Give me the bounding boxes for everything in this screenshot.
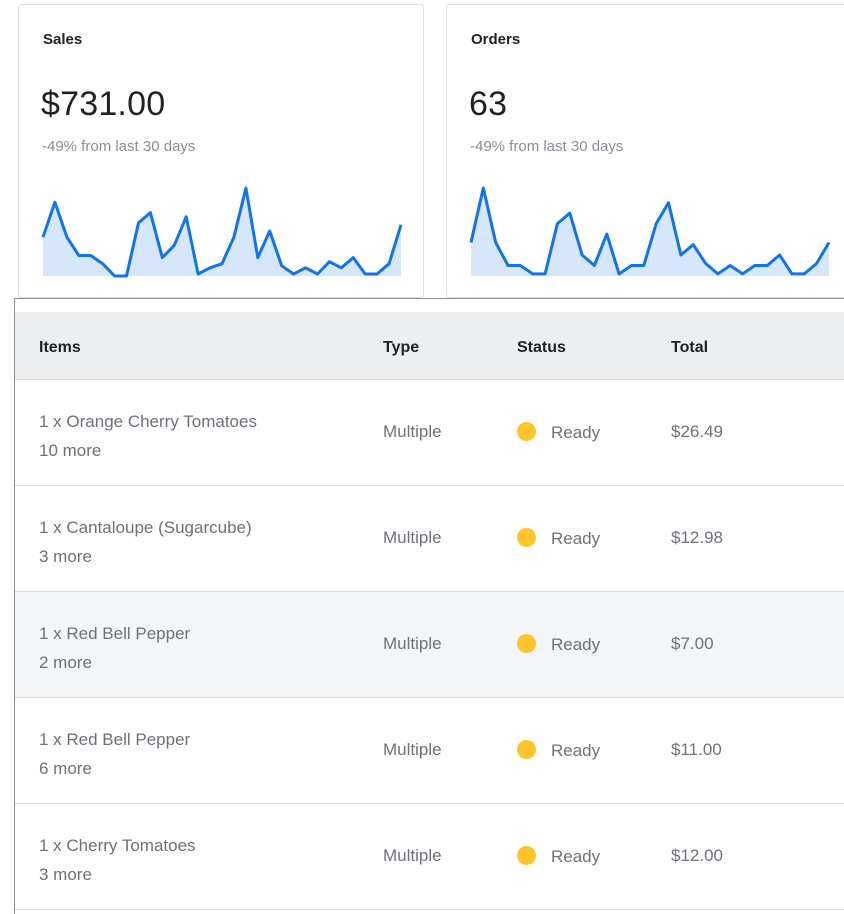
total-cell: $26.49 (671, 422, 723, 441)
orders-sparkline (469, 186, 831, 276)
item-more: 3 more (39, 865, 92, 884)
total-cell: $7.00 (671, 634, 714, 653)
item-cell: 1 x Red Bell Pepper 6 more (39, 725, 190, 783)
status-label: Ready (551, 635, 601, 654)
status-cell: Ready (517, 634, 600, 655)
table-row[interactable]: 1 x Cherry Tomatoes 3 more Multiple Read… (15, 804, 844, 910)
total-cell: $12.00 (671, 846, 723, 865)
status-label: Ready (551, 423, 601, 442)
dashboard: Sales $731.00 -49% from last 30 days Ord… (0, 0, 844, 914)
type-cell: Multiple (383, 846, 442, 865)
sales-card[interactable]: Sales $731.00 -49% from last 30 days (18, 4, 424, 298)
status-cell: Ready (517, 528, 600, 549)
item-name: 1 x Red Bell Pepper (39, 730, 191, 749)
item-name: 1 x Cherry Tomatoes (39, 836, 196, 855)
item-name: 1 x Red Bell Pepper (39, 624, 191, 643)
sparkline-fill (471, 188, 829, 276)
table-row[interactable]: 1 x Red Bell Pepper 2 more Multiple Read… (15, 592, 844, 698)
type-cell: Multiple (383, 528, 442, 547)
status-cell: Ready (517, 846, 600, 867)
item-more: 6 more (39, 759, 92, 778)
table-header: Items Type Status Total (15, 312, 844, 380)
status-label: Ready (551, 847, 601, 866)
orders-card[interactable]: Orders 63 -49% from last 30 days (446, 4, 844, 298)
sparkline-area (41, 186, 403, 278)
table-row[interactable]: 1 x Cantaloupe (Sugarcube) 3 more Multip… (15, 486, 844, 592)
header-type[interactable]: Type (383, 339, 419, 357)
total-cell: $12.98 (671, 528, 723, 547)
item-cell: 1 x Cantaloupe (Sugarcube) 3 more (39, 513, 252, 571)
status-dot-icon (517, 846, 536, 865)
status-label: Ready (551, 529, 601, 548)
type-cell: Multiple (383, 740, 442, 759)
item-cell: 1 x Orange Cherry Tomatoes 10 more (39, 407, 257, 465)
orders-table: Items Type Status Total 1 x Orange Cherr… (14, 298, 844, 914)
sparkline-area (469, 186, 831, 276)
sales-sparkline (41, 186, 403, 278)
item-more: 10 more (39, 441, 102, 460)
table-row[interactable]: 1 x Orange Cherry Tomatoes 10 more Multi… (15, 380, 844, 486)
status-dot-icon (517, 740, 536, 759)
status-dot-icon (517, 528, 536, 547)
item-more: 2 more (39, 653, 92, 672)
status-cell: Ready (517, 422, 600, 443)
status-label: Ready (551, 741, 601, 760)
header-status[interactable]: Status (517, 339, 566, 357)
type-cell: Multiple (383, 422, 442, 441)
header-items[interactable]: Items (39, 339, 81, 357)
total-cell: $11.00 (671, 740, 722, 759)
type-cell: Multiple (383, 634, 442, 653)
item-cell: 1 x Red Bell Pepper 2 more (39, 619, 190, 677)
item-cell: 1 x Cherry Tomatoes 3 more (39, 831, 196, 889)
item-more: 3 more (39, 547, 92, 566)
status-dot-icon (517, 422, 536, 441)
status-cell: Ready (517, 740, 600, 761)
item-name: 1 x Orange Cherry Tomatoes (39, 412, 257, 431)
status-dot-icon (517, 634, 536, 653)
header-total[interactable]: Total (671, 339, 708, 357)
table-row[interactable]: 1 x Red Bell Pepper 6 more Multiple Read… (15, 698, 844, 804)
item-name: 1 x Cantaloupe (Sugarcube) (39, 518, 252, 537)
